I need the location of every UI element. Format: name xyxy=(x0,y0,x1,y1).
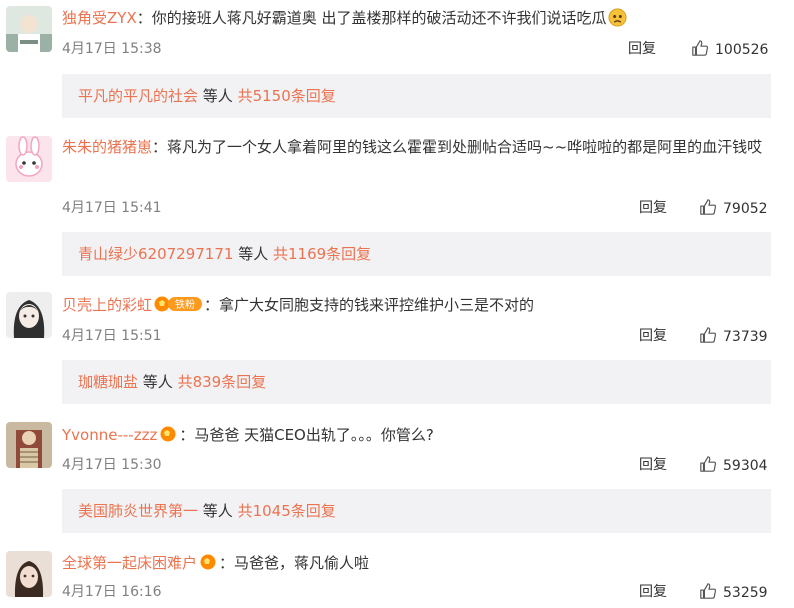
like-button[interactable]: 79052 xyxy=(699,198,768,219)
reply-count-link[interactable]: 共1045条回复 xyxy=(238,502,336,520)
comment-text: ：蒋凡为了一个女人拿着阿里的钱这么霍霍到处删帖合适吗~~哗啦啦的都是阿里的血汗钱… xyxy=(152,138,763,156)
reply-button[interactable]: 回复 xyxy=(628,39,656,59)
fan-badge-label: 铁粉 xyxy=(175,298,195,311)
username[interactable]: 朱朱的猪猪崽 xyxy=(62,138,152,156)
member-crown-icon xyxy=(200,554,216,570)
avatar-image xyxy=(6,6,52,52)
reply-button[interactable]: 回复 xyxy=(639,455,667,475)
like-count: 59304 xyxy=(723,458,768,474)
reply-user-link[interactable]: 平凡的平凡的社会 xyxy=(78,87,198,105)
reply-summary[interactable]: 珈糖珈盐 等人 共839条回复 xyxy=(62,360,771,404)
member-crown-icon xyxy=(160,426,176,442)
reply-summary[interactable]: 美国肺炎世界第一 等人 共1045条回复 xyxy=(62,489,771,533)
thumbs-up-icon xyxy=(700,456,717,472)
like-count: 79052 xyxy=(723,201,768,217)
reply-summary-text: 等人 xyxy=(198,87,238,105)
reply-button[interactable]: 回复 xyxy=(639,326,667,346)
comment-text: ：你的接班人蒋凡好霸道奥 出了盖楼那样的破活动还不许我们说话吃瓜 xyxy=(136,9,607,27)
avatar[interactable] xyxy=(6,6,52,52)
reply-button[interactable]: 回复 xyxy=(639,582,667,602)
comment-time: 4月17日 15:51 xyxy=(62,328,162,344)
comment-time: 4月17日 15:30 xyxy=(62,457,162,473)
comment-text: ：马爸爸，蒋凡偷人啦 xyxy=(219,554,370,572)
thumbs-up-icon xyxy=(700,327,717,343)
reply-summary-text: 等人 xyxy=(233,245,273,263)
reply-count-link[interactable]: 共1169条回复 xyxy=(273,245,371,263)
avatar[interactable] xyxy=(6,136,52,182)
thumbs-up-icon xyxy=(700,199,717,215)
username[interactable]: 全球第一起床困难户 xyxy=(62,554,197,572)
reply-summary[interactable]: 青山绿少6207297171 等人 共1169条回复 xyxy=(62,232,771,276)
avatar[interactable] xyxy=(6,292,52,338)
thumbs-up-icon xyxy=(692,40,709,56)
comment-text: ：拿广大女同胞支持的钱来评控维护小三是不对的 xyxy=(204,296,535,314)
reply-button[interactable]: 回复 xyxy=(639,198,667,218)
like-count: 100526 xyxy=(715,42,769,58)
like-button[interactable]: 100526 xyxy=(691,39,768,60)
reply-user-link[interactable]: 珈糖珈盐 xyxy=(78,373,138,391)
comment-text: ：马爸爸 天猫CEO出轨了。。。你管么? xyxy=(179,426,434,444)
reply-summary[interactable]: 平凡的平凡的社会 等人 共5150条回复 xyxy=(62,74,771,118)
fan-badge-icon: 铁粉 xyxy=(154,296,203,312)
username[interactable]: 贝壳上的彩虹 xyxy=(62,296,152,314)
like-button[interactable]: 59304 xyxy=(699,455,768,476)
reply-summary-text: 等人 xyxy=(138,373,178,391)
thumbs-up-icon xyxy=(700,583,717,599)
username[interactable]: Yvonne---zzz xyxy=(62,426,157,444)
reply-user-link[interactable]: 美国肺炎世界第一 xyxy=(78,502,198,520)
reply-count-link[interactable]: 共839条回复 xyxy=(178,373,267,391)
sad-face-emoji-icon xyxy=(607,8,627,27)
avatar-image xyxy=(6,292,52,338)
comment-time: 4月17日 15:41 xyxy=(62,200,162,216)
avatar-image xyxy=(6,136,52,182)
reply-user-link[interactable]: 青山绿少6207297171 xyxy=(78,245,233,263)
avatar-image xyxy=(6,422,52,468)
avatar-image xyxy=(6,551,52,597)
comment-time: 4月17日 15:38 xyxy=(62,41,162,57)
username[interactable]: 独角受ZYX xyxy=(62,9,137,27)
like-button[interactable]: 73739 xyxy=(699,326,768,347)
like-count: 53259 xyxy=(723,585,768,601)
like-button[interactable]: 53259 xyxy=(699,582,768,603)
comment-time: 4月17日 16:16 xyxy=(62,584,162,600)
avatar[interactable] xyxy=(6,551,52,597)
avatar[interactable] xyxy=(6,422,52,468)
reply-count-link[interactable]: 共5150条回复 xyxy=(238,87,336,105)
reply-summary-text: 等人 xyxy=(198,502,238,520)
like-count: 73739 xyxy=(723,329,768,345)
